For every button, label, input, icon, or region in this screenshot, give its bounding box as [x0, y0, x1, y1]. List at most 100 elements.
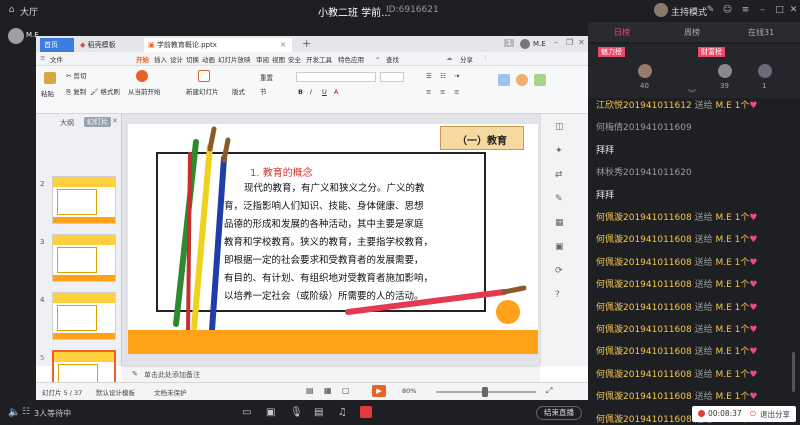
- camera-icon[interactable]: ▭: [242, 407, 251, 418]
- end-live-button[interactable]: 结束直播: [536, 406, 582, 420]
- maximize-icon[interactable]: □: [774, 5, 785, 16]
- gift-sender[interactable]: 江欣悦201941011612: [596, 101, 692, 111]
- wps-restore-icon[interactable]: ❐: [566, 38, 573, 47]
- gift-icon[interactable]: [360, 406, 372, 418]
- new-slide-icon[interactable]: [198, 70, 210, 82]
- section-button[interactable]: 节: [260, 86, 267, 96]
- whiteboard-icon[interactable]: ▤: [314, 407, 323, 418]
- list-icon[interactable]: ☰: [426, 72, 432, 80]
- menu-design[interactable]: 设计: [170, 54, 183, 64]
- menu-insert[interactable]: 插入: [154, 54, 167, 64]
- normal-view-icon[interactable]: ▤: [306, 386, 314, 395]
- gift-sender[interactable]: 何佩漩201941011608: [596, 415, 692, 425]
- cloud-icon[interactable]: ☁: [446, 54, 453, 62]
- copy-button[interactable]: ⎘ 复制: [66, 86, 86, 97]
- gift-sender[interactable]: 何佩漩201941011608: [596, 213, 692, 223]
- font-color-icon[interactable]: A: [334, 88, 338, 96]
- microphone-icon[interactable]: 🎙: [290, 407, 303, 418]
- italic-icon[interactable]: I: [310, 88, 312, 96]
- tab-weekly[interactable]: 周榜: [684, 27, 700, 38]
- waiting-count[interactable]: 3人等待中: [34, 408, 71, 419]
- gift-sender[interactable]: 何佩漩201941011608: [596, 370, 692, 380]
- chat-sender[interactable]: 林秋秀201941011620: [596, 165, 692, 178]
- chat-sender[interactable]: 何梅倩201941011609: [596, 120, 692, 133]
- menu-security[interactable]: 安全: [288, 54, 301, 64]
- play-icon[interactable]: [136, 70, 148, 82]
- gift-sender[interactable]: 何佩漩201941011608: [596, 347, 692, 357]
- menu-view[interactable]: 视图: [272, 54, 285, 64]
- tab-docer[interactable]: ◆ 稻壳模板: [76, 38, 142, 52]
- sorter-view-icon[interactable]: ▦: [324, 386, 332, 395]
- speaker-icon[interactable]: 🔈: [8, 407, 20, 418]
- backup-icon[interactable]: ⟳: [555, 266, 563, 276]
- zoom-slider-handle[interactable]: [482, 387, 488, 397]
- arrange-icon[interactable]: [534, 74, 546, 86]
- gift-sender[interactable]: 何佩漩201941011608: [596, 258, 692, 268]
- zoom-level[interactable]: 80%: [402, 387, 416, 395]
- music-icon[interactable]: ♫: [338, 407, 347, 418]
- slide-thumb[interactable]: [52, 176, 116, 224]
- document-protection[interactable]: 文档未保护: [154, 387, 187, 397]
- animation-icon[interactable]: ✦: [555, 146, 563, 156]
- slide-thumb[interactable]: [52, 234, 116, 282]
- slide[interactable]: （一）教育 1. 教育的概念 现代的教育，有广义和狭义之分。广义的教 育，泛指影…: [128, 124, 538, 354]
- wealth-avatar-2[interactable]: [758, 64, 772, 78]
- design-template[interactable]: 默认设计模板: [96, 387, 135, 397]
- textbox-icon[interactable]: [498, 74, 510, 86]
- wps-minimize-icon[interactable]: –: [554, 38, 558, 47]
- charm-avatar[interactable]: [638, 64, 652, 78]
- menu-find[interactable]: 查找: [386, 54, 399, 64]
- tab-count-badge[interactable]: 1: [504, 39, 515, 47]
- gift-sender[interactable]: 何佩漩201941011608: [596, 325, 692, 335]
- font-size-select[interactable]: [380, 72, 404, 82]
- minimize-icon[interactable]: –: [757, 5, 768, 16]
- menu-animation[interactable]: 动画: [202, 54, 215, 64]
- slides-tab[interactable]: 幻灯片: [84, 117, 111, 127]
- wealth-rank-label[interactable]: 财富榜: [698, 47, 725, 57]
- underline-icon[interactable]: U: [322, 88, 327, 96]
- share-button[interactable]: 分享: [460, 54, 473, 64]
- edit-icon[interactable]: ✎: [705, 5, 716, 16]
- user-icon[interactable]: ☺: [722, 5, 733, 16]
- style-icon[interactable]: ✎: [555, 194, 563, 204]
- align-left-icon[interactable]: ≡: [426, 88, 431, 96]
- fit-window-icon[interactable]: ⤢: [546, 386, 552, 396]
- menu-devtools[interactable]: 开发工具: [306, 54, 332, 64]
- tab-home[interactable]: 首页: [40, 38, 74, 52]
- wps-close-icon[interactable]: ✕: [578, 38, 585, 47]
- close-icon[interactable]: ✕: [788, 5, 799, 16]
- font-name-select[interactable]: [296, 72, 376, 82]
- transition-icon[interactable]: ⇄: [555, 170, 563, 180]
- indent-icon[interactable]: ⇥: [454, 72, 459, 80]
- shape-icon[interactable]: [516, 74, 528, 86]
- hamburger-icon[interactable]: ≡: [40, 54, 45, 62]
- lobby-label[interactable]: 大厅: [20, 5, 38, 18]
- align-center-icon[interactable]: ≡: [440, 88, 445, 96]
- menu-slideshow[interactable]: 幻灯片放映: [218, 54, 251, 64]
- chat-scrollbar[interactable]: [792, 352, 795, 392]
- tab-ppt-file[interactable]: ▣ 学前教育概论.pptx ✕: [144, 38, 292, 52]
- exit-share-button[interactable]: 退出分享: [760, 409, 790, 420]
- outline-tab[interactable]: 大纲: [60, 118, 74, 128]
- reading-view-icon[interactable]: ▢: [342, 386, 350, 395]
- back-icon[interactable]: ⌂: [6, 5, 17, 16]
- menu-file[interactable]: 文件: [50, 54, 63, 64]
- menu-start[interactable]: 开始: [136, 54, 149, 64]
- play-from-current-button[interactable]: 从当前开始: [128, 86, 161, 96]
- gift-sender[interactable]: 何佩漩201941011608: [596, 235, 692, 245]
- exit-share-icon[interactable]: ⏻: [750, 409, 756, 419]
- image-icon[interactable]: ▣: [555, 242, 564, 252]
- screen-share-icon[interactable]: ▣: [266, 407, 275, 418]
- play-slideshow-button[interactable]: ▶: [372, 385, 386, 397]
- notes-bar[interactable]: ✎ 单击此处添加备注: [122, 366, 540, 382]
- gift-sender[interactable]: 何佩漩201941011608: [596, 303, 692, 313]
- format-painter-button[interactable]: 🖌 格式刷: [90, 86, 120, 96]
- new-tab-icon[interactable]: +: [302, 37, 311, 50]
- cut-button[interactable]: ✂ 剪切: [66, 70, 87, 80]
- new-slide-button[interactable]: 新建幻灯片: [186, 86, 219, 96]
- align-right-icon[interactable]: ≡: [454, 88, 459, 96]
- number-list-icon[interactable]: ☷: [440, 72, 446, 80]
- reset-button[interactable]: 重置: [260, 72, 273, 82]
- charm-rank-label[interactable]: 魅力榜: [598, 47, 625, 57]
- property-icon[interactable]: ◫: [555, 122, 564, 132]
